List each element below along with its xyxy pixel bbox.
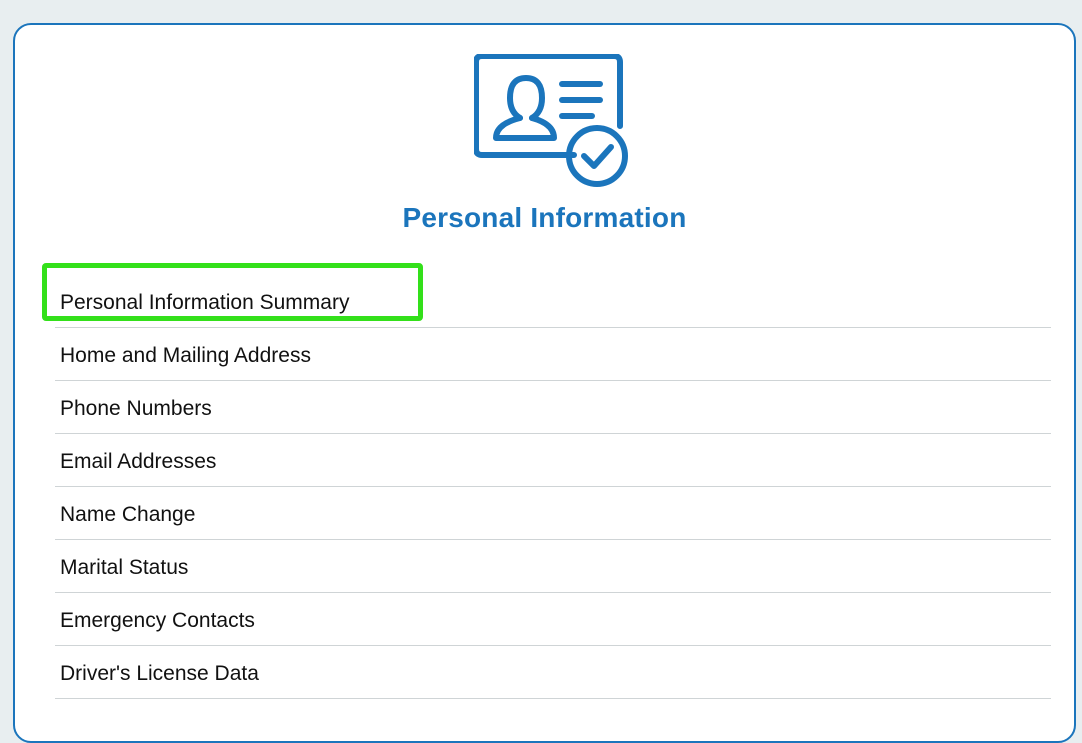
menu-item-label: Marital Status [60,556,189,579]
menu-item-label: Personal Information Summary [60,291,350,314]
menu-item-drivers-license-data[interactable]: Driver's License Data [55,646,1051,699]
menu-item-phone-numbers[interactable]: Phone Numbers [55,381,1051,434]
menu-item-home-and-mailing-address[interactable]: Home and Mailing Address [55,328,1051,381]
menu-item-label: Emergency Contacts [60,609,255,632]
personal-information-menu: Personal Information Summary Home and Ma… [55,275,1051,699]
menu-item-name-change[interactable]: Name Change [55,487,1051,540]
id-card-check-icon [474,54,628,187]
menu-item-emergency-contacts[interactable]: Emergency Contacts [55,593,1051,646]
menu-item-label: Email Addresses [60,450,217,473]
menu-item-marital-status[interactable]: Marital Status [55,540,1051,593]
menu-item-label: Home and Mailing Address [60,344,311,367]
menu-item-label: Driver's License Data [60,662,259,685]
page-title: Personal Information [402,202,687,233]
menu-item-label: Phone Numbers [60,397,212,420]
menu-item-email-addresses[interactable]: Email Addresses [55,434,1051,487]
menu-item-personal-information-summary[interactable]: Personal Information Summary [55,275,1051,328]
personal-information-card: Personal Information Personal Informatio… [13,23,1076,743]
menu-item-label: Name Change [60,503,196,526]
